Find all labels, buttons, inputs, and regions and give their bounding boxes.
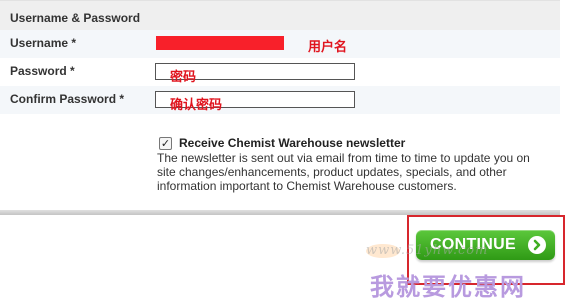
- watermark-brand: 我就要优惠网: [370, 273, 526, 301]
- confirm-password-annotation: 确认密码: [170, 98, 223, 113]
- confirm-password-row: Confirm Password *: [0, 86, 560, 114]
- newsletter-description: The newsletter is sent out via email fro…: [157, 151, 530, 193]
- password-row: Password *: [0, 58, 560, 86]
- arrow-right-icon: [528, 236, 546, 254]
- username-label: Username *: [10, 36, 77, 50]
- username-annotation: 用户名: [308, 40, 348, 55]
- confirm-password-label: Confirm Password *: [10, 92, 125, 106]
- username-field[interactable]: [156, 36, 284, 50]
- newsletter-label[interactable]: Receive Chemist Warehouse newsletter: [179, 136, 405, 150]
- password-annotation: 密码: [170, 70, 197, 85]
- password-label: Password *: [10, 64, 75, 78]
- watermark-url: www.51yhw.com: [366, 243, 489, 258]
- section-header: Username & Password: [0, 0, 560, 31]
- section-title: Username & Password: [10, 11, 141, 25]
- newsletter-checkbox[interactable]: ✓: [159, 137, 172, 150]
